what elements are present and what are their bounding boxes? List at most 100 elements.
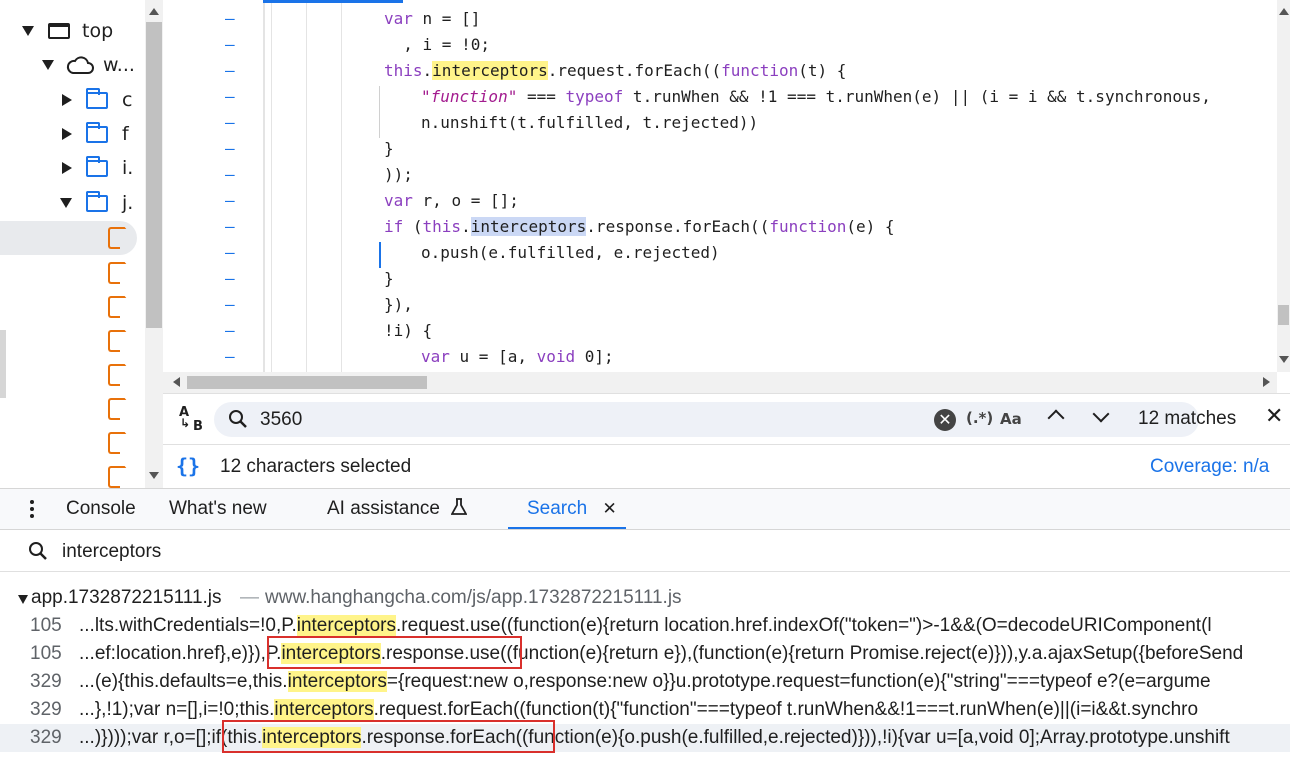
tab-ai-assistance[interactable]: AI assistance bbox=[327, 489, 468, 529]
gutter-marker[interactable]: – bbox=[225, 240, 235, 266]
tab-whats-new[interactable]: What's new bbox=[169, 489, 267, 529]
search-result-row[interactable]: 329 ...(e){this.defaults=e,this.intercept… bbox=[0, 668, 1290, 696]
expand-arrow-icon[interactable] bbox=[42, 60, 54, 70]
tab-search[interactable]: Search ✕ bbox=[508, 489, 626, 529]
expand-arrow-icon[interactable] bbox=[62, 128, 72, 140]
tree-scrollbar-thumb[interactable] bbox=[146, 22, 162, 328]
collapse-arrow-icon[interactable] bbox=[18, 595, 28, 604]
code-line[interactable]: – var u = [a, void 0]; bbox=[163, 344, 1273, 370]
code-line[interactable]: – "function" === typeof t.runWhen && !1 =… bbox=[163, 84, 1273, 110]
file-icon[interactable] bbox=[108, 330, 120, 352]
expand-arrow-icon[interactable] bbox=[22, 26, 34, 36]
gutter-marker[interactable]: – bbox=[225, 136, 235, 162]
search-result-row[interactable]: 105 ...lts.withCredentials=!0,P.intercept… bbox=[0, 612, 1290, 640]
tree-item-domain[interactable]: w... bbox=[42, 48, 135, 82]
code-line[interactable]: –)); bbox=[163, 162, 1273, 188]
selection-status: 12 characters selected bbox=[220, 456, 412, 477]
file-icon[interactable] bbox=[108, 364, 120, 386]
expand-arrow-icon[interactable] bbox=[62, 94, 72, 106]
folder-icon bbox=[86, 121, 108, 143]
tree-item-folder[interactable]: i. bbox=[62, 151, 133, 185]
gutter-marker[interactable]: – bbox=[225, 266, 235, 292]
tree-item-label: top bbox=[82, 20, 114, 42]
gutter-marker[interactable]: – bbox=[225, 318, 235, 344]
previous-match-button[interactable] bbox=[1047, 408, 1065, 427]
tree-item-folder[interactable]: f bbox=[62, 117, 129, 151]
file-icon[interactable] bbox=[108, 227, 120, 249]
file-icon[interactable] bbox=[108, 432, 120, 454]
search-result-row[interactable]: 105 ...ef:location.href},e)}),P.intercept… bbox=[0, 640, 1290, 668]
expand-arrow-icon[interactable] bbox=[60, 198, 72, 208]
gutter-marker[interactable]: – bbox=[225, 84, 235, 110]
scroll-down-arrow-icon[interactable] bbox=[149, 472, 159, 479]
gutter-marker[interactable]: – bbox=[225, 162, 235, 188]
tree-item-label: i. bbox=[122, 157, 134, 179]
code-token: var bbox=[384, 191, 413, 210]
file-icon[interactable] bbox=[108, 262, 120, 284]
code-line[interactable]: – this.interceptors.request.forEach((func… bbox=[163, 58, 1273, 84]
result-snippet-pre: ...lts.withCredentials=!0,P. bbox=[79, 615, 297, 636]
code-line[interactable]: –} bbox=[163, 266, 1273, 292]
result-line-number: 105 bbox=[30, 643, 62, 664]
code-line[interactable]: – o.push(e.fulfilled, e.rejected) bbox=[163, 240, 1273, 266]
next-match-button[interactable] bbox=[1092, 404, 1110, 423]
gutter-marker[interactable]: – bbox=[225, 214, 235, 240]
gutter-marker[interactable]: – bbox=[225, 58, 235, 84]
more-menu-button[interactable] bbox=[30, 500, 34, 520]
file-icon[interactable] bbox=[108, 398, 120, 420]
coverage-link[interactable]: Coverage: n/a bbox=[1150, 456, 1269, 478]
scroll-right-arrow-icon[interactable] bbox=[1263, 377, 1270, 387]
pretty-print-icon[interactable]: {} bbox=[176, 454, 200, 478]
close-tab-icon[interactable]: ✕ bbox=[602, 499, 616, 518]
code-editor[interactable]: – var n = [] – , i = !0; – this.interceptors… bbox=[163, 0, 1290, 372]
code-line[interactable]: – var r, o = []; bbox=[163, 188, 1273, 214]
cloud-icon bbox=[66, 56, 94, 74]
expand-arrow-icon[interactable] bbox=[62, 162, 72, 174]
code-line[interactable]: – , i = !0; bbox=[163, 32, 1273, 58]
regex-toggle-button[interactable]: (.*) bbox=[966, 409, 993, 427]
code-token: !i) { bbox=[384, 321, 433, 340]
code-line[interactable]: – !i) { bbox=[163, 318, 1273, 344]
scroll-left-arrow-icon[interactable] bbox=[173, 377, 180, 387]
search-result-row[interactable]: 329 ...)})));var r,o=[];if(this.intercept… bbox=[0, 724, 1290, 752]
scroll-up-arrow-icon[interactable] bbox=[149, 8, 159, 15]
tab-label: AI assistance bbox=[327, 498, 440, 519]
search-highlight: interceptors bbox=[432, 61, 548, 80]
gutter-marker[interactable]: – bbox=[225, 292, 235, 318]
search-input[interactable] bbox=[60, 537, 664, 567]
result-snippet-pre: ...ef:location.href},e)}),P. bbox=[79, 643, 282, 664]
gutter-marker[interactable]: – bbox=[225, 110, 235, 136]
match-count: 12 matches bbox=[1138, 408, 1237, 429]
close-icon: ✕ bbox=[1265, 404, 1284, 429]
search-result-row[interactable]: 329 ...},!1);var n=[],i=!0;this.intercept… bbox=[0, 696, 1290, 724]
code-line[interactable]: –} bbox=[163, 136, 1273, 162]
code-line[interactable]: – var n = [] bbox=[163, 6, 1273, 32]
match-case-toggle-button[interactable]: Aa bbox=[1000, 410, 1022, 428]
code-line[interactable]: –}), bbox=[163, 292, 1273, 318]
editor-horizontal-thumb[interactable] bbox=[187, 376, 427, 389]
replace-toggle-icon[interactable]: A B ↳ bbox=[177, 406, 205, 434]
gutter-marker[interactable]: – bbox=[225, 32, 235, 58]
tab-label: What's new bbox=[169, 498, 267, 519]
result-file-header[interactable]: app.1732872215111.js — www.hanghangcha.c… bbox=[0, 584, 1290, 612]
editor-vertical-thumb[interactable] bbox=[1278, 305, 1289, 325]
gutter-marker[interactable]: – bbox=[225, 344, 235, 370]
code-text: }), bbox=[384, 292, 413, 318]
tab-console[interactable]: Console bbox=[66, 489, 136, 529]
gutter-marker[interactable]: – bbox=[225, 188, 235, 214]
gutter-marker[interactable]: – bbox=[225, 6, 235, 32]
close-find-bar-button[interactable]: ✕ bbox=[1265, 404, 1283, 430]
code-line[interactable]: – if (this.interceptors.response.forEach(… bbox=[163, 214, 1273, 240]
scroll-down-arrow-icon[interactable] bbox=[1279, 356, 1289, 363]
find-input[interactable] bbox=[258, 406, 862, 434]
code-line[interactable]: – n.unshift(t.fulfilled, t.rejected)) bbox=[163, 110, 1273, 136]
tree-item-folder[interactable]: c bbox=[62, 83, 132, 117]
file-icon[interactable] bbox=[108, 466, 120, 488]
scroll-up-arrow-icon[interactable] bbox=[1279, 8, 1289, 15]
editor-vertical-scrollbar[interactable] bbox=[1277, 0, 1290, 372]
tree-item-folder[interactable]: j. bbox=[60, 186, 133, 220]
result-line-number: 329 bbox=[30, 727, 62, 748]
clear-search-button[interactable]: ✕ bbox=[934, 409, 956, 431]
tree-item-top[interactable]: top bbox=[22, 14, 113, 48]
file-icon[interactable] bbox=[108, 296, 120, 318]
